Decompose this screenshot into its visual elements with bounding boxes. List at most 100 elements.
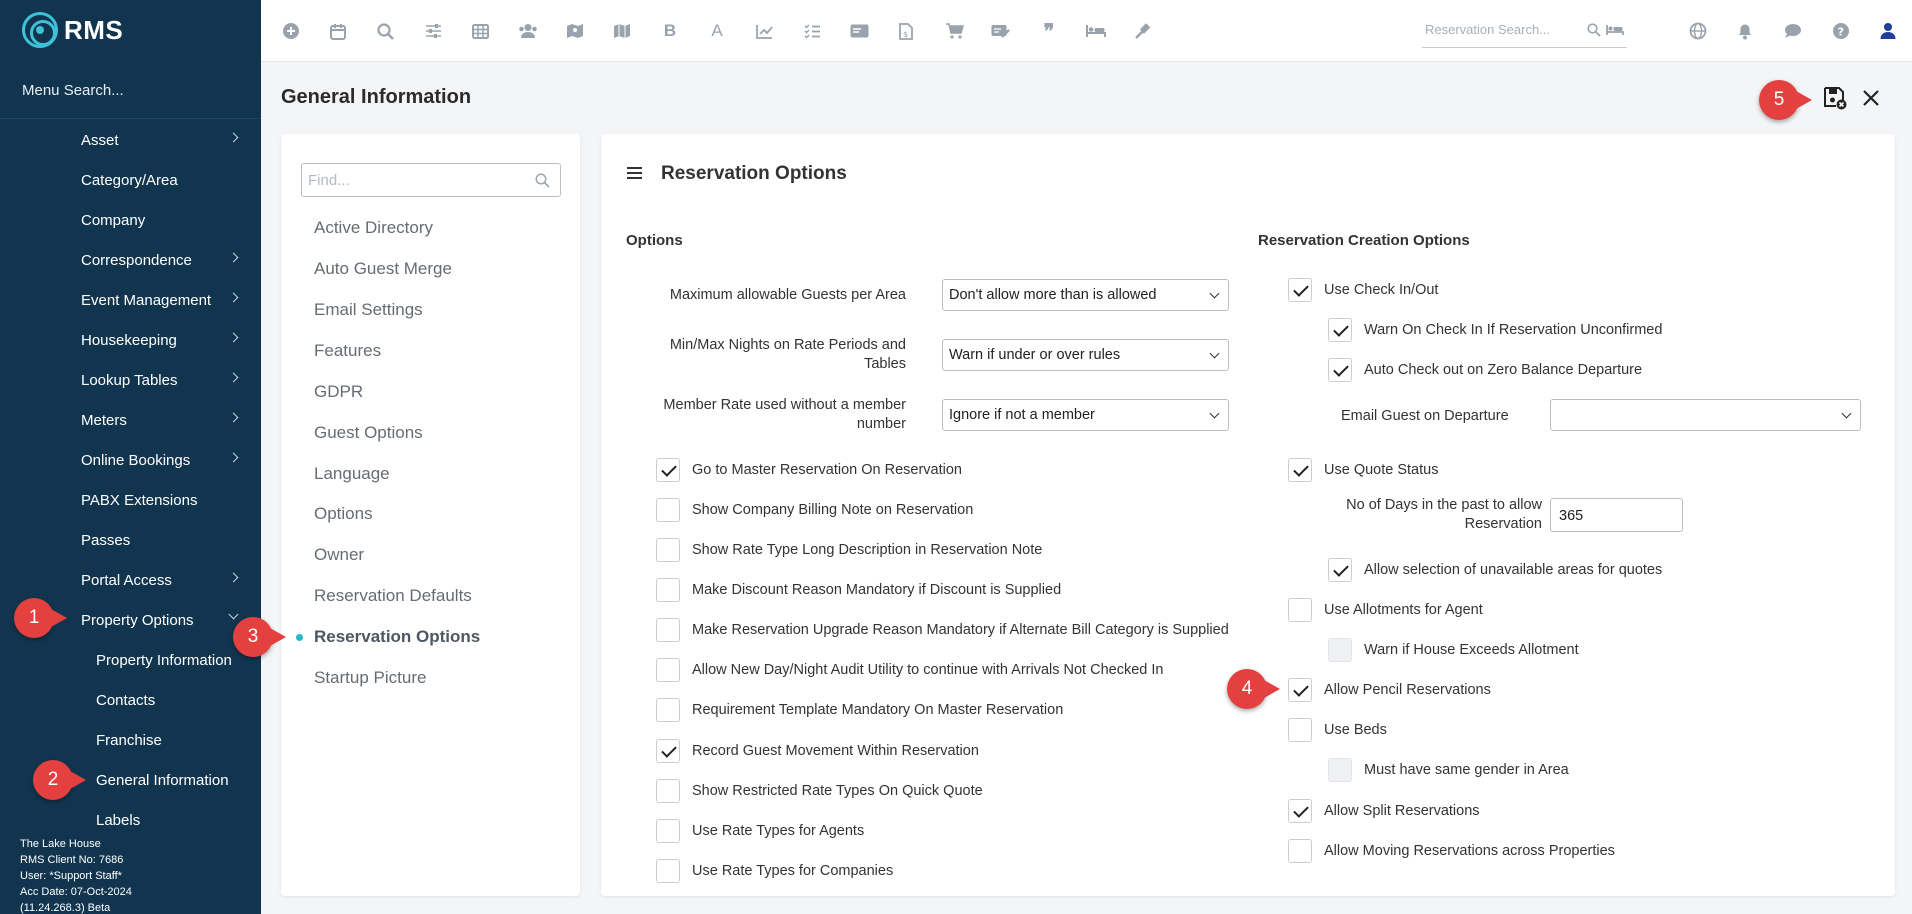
sidebar-item-passes[interactable]: Passes <box>0 520 261 560</box>
checkbox[interactable] <box>1288 598 1312 622</box>
option-allow-split[interactable]: Allow Split Reservations <box>1288 798 1480 824</box>
reservation-search-input[interactable]: Reservation Search... <box>1422 18 1627 48</box>
checkbox[interactable] <box>1288 278 1312 302</box>
checkbox[interactable] <box>1288 839 1312 863</box>
option-company-billing-note[interactable]: Show Company Billing Note on Reservation <box>656 497 973 523</box>
option-restricted-rate-types[interactable]: Show Restricted Rate Types On Quick Quot… <box>656 778 983 804</box>
checkbox[interactable] <box>656 538 680 562</box>
option-allow-pencil[interactable]: Allow Pencil Reservations <box>1288 677 1491 703</box>
tree-item-reservation-defaults[interactable]: Reservation Defaults <box>314 586 472 606</box>
sidebar-item-company[interactable]: Company <box>0 200 261 240</box>
checkbox[interactable] <box>1288 718 1312 742</box>
sidebar-item-online-bookings[interactable]: Online Bookings <box>0 440 261 480</box>
checkbox[interactable] <box>656 819 680 843</box>
plus-circle-icon[interactable] <box>281 21 301 41</box>
checkbox[interactable] <box>1328 758 1352 782</box>
map-pin-icon[interactable] <box>565 21 585 41</box>
file-invoice-icon[interactable]: $ <box>896 21 916 41</box>
search-icon[interactable] <box>375 21 395 41</box>
checkbox[interactable] <box>656 658 680 682</box>
checkbox[interactable] <box>1328 638 1352 662</box>
close-icon[interactable] <box>1861 88 1881 108</box>
checkbox[interactable] <box>1288 458 1312 482</box>
map-icon[interactable] <box>612 21 632 41</box>
tree-item-gdpr[interactable]: GDPR <box>314 382 363 402</box>
days-past-input[interactable]: 365 <box>1550 498 1683 532</box>
checkbox[interactable] <box>1328 358 1352 382</box>
bed-icon[interactable] <box>1606 24 1624 36</box>
ticket-edit-icon[interactable] <box>991 21 1011 41</box>
sidebar-item-contacts[interactable]: Contacts <box>0 680 261 720</box>
option-record-guest-movement[interactable]: Record Guest Movement Within Reservation <box>656 738 979 764</box>
sidebar-item-category-area[interactable]: Category/Area <box>0 160 261 200</box>
option-rate-type-long-desc[interactable]: Show Rate Type Long Description in Reser… <box>656 537 1042 563</box>
bed-icon[interactable] <box>1086 21 1106 41</box>
chat-icon[interactable] <box>1783 21 1803 41</box>
option-rate-types-companies[interactable]: Use Rate Types for Companies <box>656 858 893 884</box>
option-night-audit[interactable]: Allow New Day/Night Audit Utility to con… <box>656 657 1163 683</box>
checkbox[interactable] <box>656 458 680 482</box>
hamburger-menu-icon[interactable] <box>627 167 642 179</box>
save-close-icon[interactable] <box>1823 86 1847 110</box>
menu-search-input[interactable]: Menu Search... <box>22 82 124 99</box>
sidebar-item-event-management[interactable]: Event Management <box>0 280 261 320</box>
option-same-gender[interactable]: Must have same gender in Area <box>1328 757 1569 783</box>
checkbox[interactable] <box>656 578 680 602</box>
calendar-icon[interactable] <box>328 21 348 41</box>
tree-item-email-settings[interactable]: Email Settings <box>314 300 423 320</box>
tree-item-startup-picture[interactable]: Startup Picture <box>314 668 426 688</box>
checkbox[interactable] <box>1328 558 1352 582</box>
sidebar-item-lookup-tables[interactable]: Lookup Tables <box>0 360 261 400</box>
cart-icon[interactable] <box>944 21 964 41</box>
option-allow-moving[interactable]: Allow Moving Reservations across Propert… <box>1288 838 1615 864</box>
user-icon[interactable] <box>1878 21 1898 41</box>
checkbox[interactable] <box>1288 799 1312 823</box>
find-input[interactable]: Find... <box>301 163 561 197</box>
tree-item-options[interactable]: Options <box>314 504 373 524</box>
option-go-to-master[interactable]: Go to Master Reservation On Reservation <box>656 457 962 483</box>
option-auto-checkout[interactable]: Auto Check out on Zero Balance Departure <box>1328 357 1642 383</box>
sidebar-item-franchise[interactable]: Franchise <box>0 720 261 760</box>
sliders-icon[interactable] <box>423 21 443 41</box>
grid-icon[interactable] <box>470 21 490 41</box>
option-use-allotments[interactable]: Use Allotments for Agent <box>1288 597 1483 623</box>
checkbox[interactable] <box>656 779 680 803</box>
option-requirement-template[interactable]: Requirement Template Mandatory On Master… <box>656 697 1063 723</box>
id-card-icon[interactable] <box>849 21 869 41</box>
search-icon[interactable] <box>1587 23 1601 37</box>
checklist-icon[interactable] <box>802 21 822 41</box>
min-max-nights-select[interactable]: Warn if under or over rules <box>942 339 1229 371</box>
checkbox[interactable] <box>1288 678 1312 702</box>
option-warn-allotment[interactable]: Warn if House Exceeds Allotment <box>1328 637 1579 663</box>
sidebar-item-portal-access[interactable]: Portal Access <box>0 560 261 600</box>
option-warn-unconfirmed[interactable]: Warn On Check In If Reservation Unconfir… <box>1328 317 1662 343</box>
checkbox[interactable] <box>656 618 680 642</box>
checkbox[interactable] <box>656 698 680 722</box>
option-use-check-in-out[interactable]: Use Check In/Out <box>1288 277 1438 303</box>
tree-item-active-directory[interactable]: Active Directory <box>314 218 433 238</box>
rms-logo[interactable]: RMS <box>22 12 123 48</box>
gavel-icon[interactable] <box>1133 21 1153 41</box>
option-discount-reason[interactable]: Make Discount Reason Mandatory if Discou… <box>656 577 1061 603</box>
checkbox[interactable] <box>656 498 680 522</box>
tree-item-language[interactable]: Language <box>314 464 390 484</box>
tree-item-features[interactable]: Features <box>314 341 381 361</box>
checkbox[interactable] <box>656 859 680 883</box>
option-allow-unavailable[interactable]: Allow selection of unavailable areas for… <box>1328 557 1662 583</box>
bold-icon[interactable]: B <box>660 21 680 41</box>
users-icon[interactable] <box>518 21 538 41</box>
sidebar-item-asset[interactable]: Asset <box>0 120 261 160</box>
quote-icon[interactable]: ❞ <box>1039 21 1059 43</box>
sidebar-item-property-information[interactable]: Property Information <box>0 640 261 680</box>
sidebar-item-housekeeping[interactable]: Housekeeping <box>0 320 261 360</box>
max-guests-select[interactable]: Don't allow more than is allowed <box>942 279 1229 311</box>
search-icon[interactable] <box>535 173 550 188</box>
option-rate-types-agents[interactable]: Use Rate Types for Agents <box>656 818 864 844</box>
globe-icon[interactable] <box>1688 21 1708 41</box>
tree-item-reservation-options[interactable]: Reservation Options <box>314 627 480 647</box>
tree-item-guest-options[interactable]: Guest Options <box>314 423 423 443</box>
sidebar-item-correspondence[interactable]: Correspondence <box>0 240 261 280</box>
option-use-beds[interactable]: Use Beds <box>1288 717 1387 743</box>
option-upgrade-reason[interactable]: Make Reservation Upgrade Reason Mandator… <box>656 617 1229 643</box>
email-guest-select[interactable] <box>1550 399 1861 431</box>
